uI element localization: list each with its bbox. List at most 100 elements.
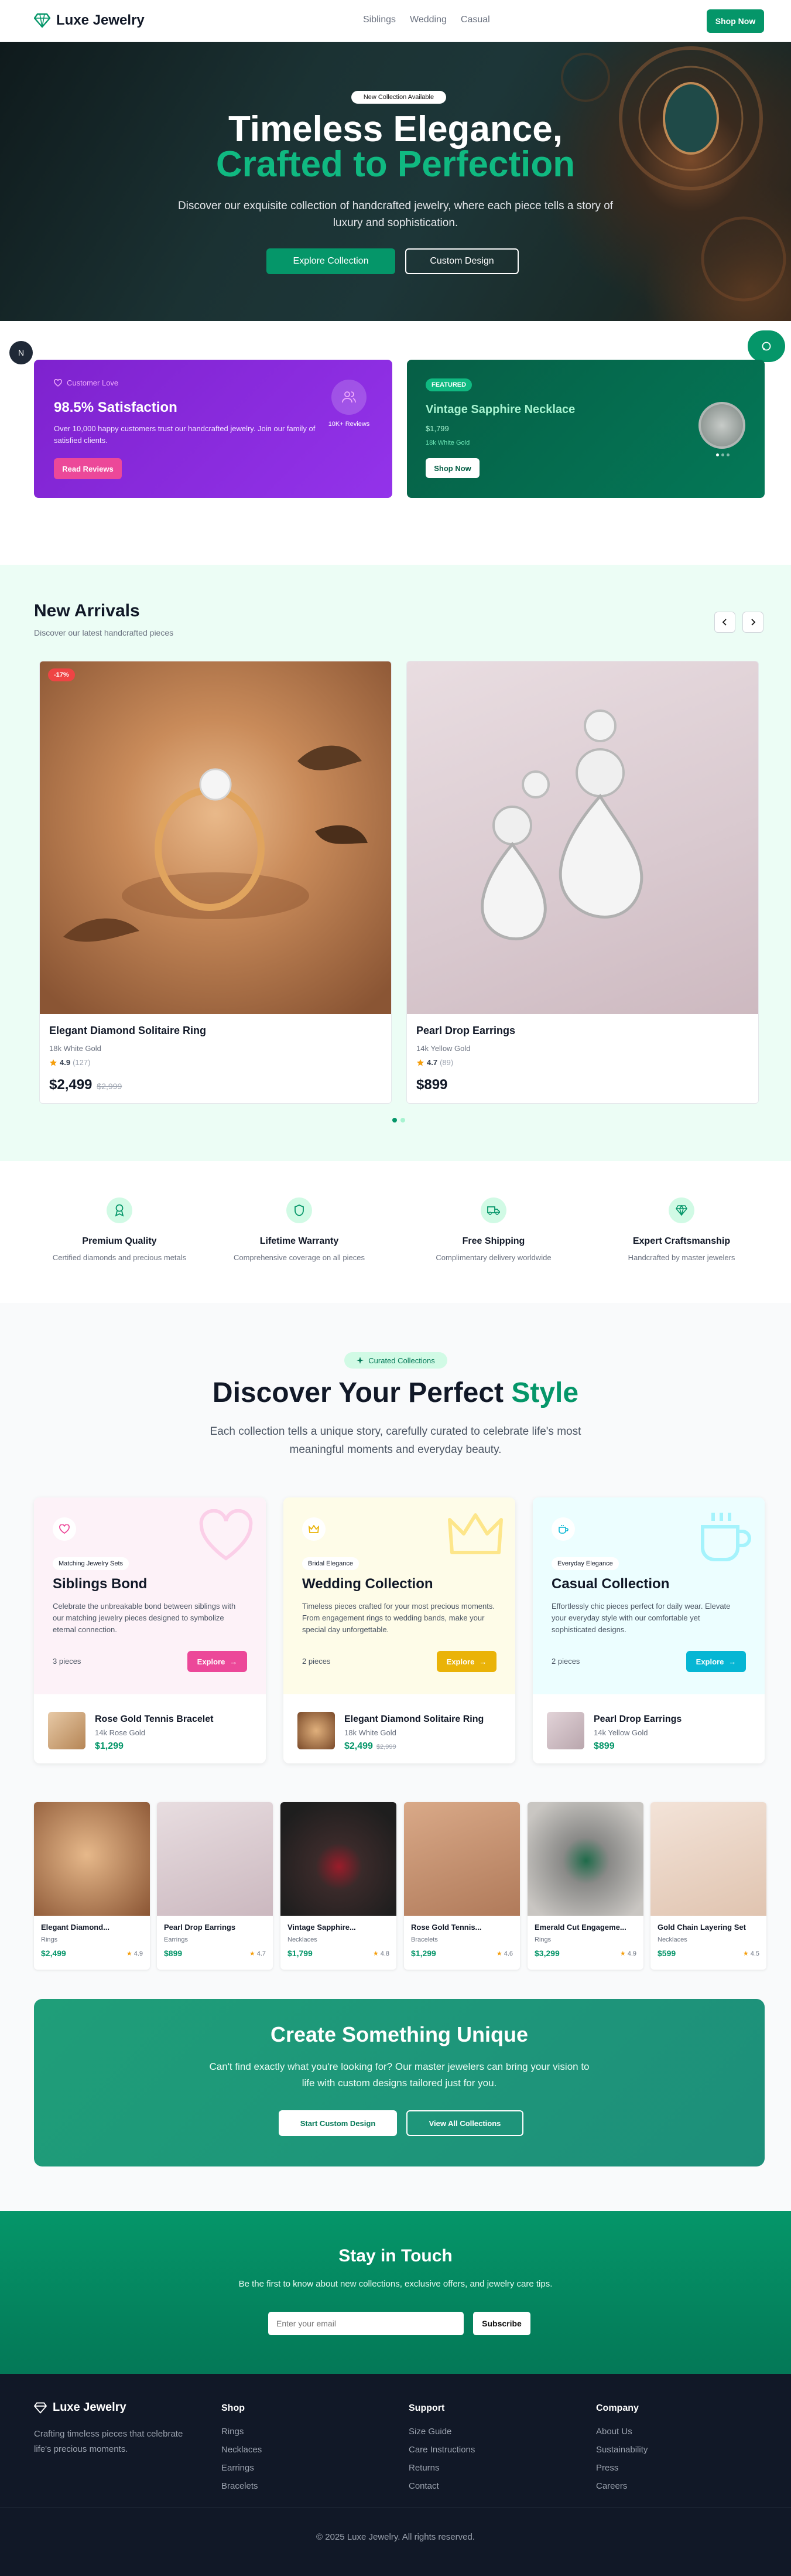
item-material: 14k Rose Gold <box>95 1728 145 1737</box>
footer-link[interactable]: Careers <box>596 2481 648 2491</box>
current-price: $2,499 <box>49 1077 93 1093</box>
item-price: $2,499 $2,999 <box>344 1741 396 1752</box>
nav-link-wedding[interactable]: Wedding <box>410 15 447 25</box>
footer-link[interactable]: Rings <box>221 2427 262 2437</box>
rating-value: 4.9 <box>133 1950 143 1957</box>
feature-title: Expert Craftsmanship <box>632 1236 731 1246</box>
hero-subtitle: Discover our exquisite collection of han… <box>177 200 614 229</box>
footer-link[interactable]: Press <box>596 2463 648 2473</box>
footer-brand[interactable]: Luxe Jewelry <box>34 2401 126 2414</box>
product-price: $2,499 <box>41 1949 66 1958</box>
star-icon: ★ <box>372 1950 379 1957</box>
custom-design-cta: Create Something Unique Can't find exact… <box>34 1999 765 2166</box>
collections-subtitle: Each collection tells a unique story, ca… <box>210 1425 581 1456</box>
footer-link[interactable]: Necklaces <box>221 2445 262 2455</box>
carousel-dot[interactable] <box>400 1118 405 1122</box>
footer-link[interactable]: Bracelets <box>221 2481 262 2491</box>
product-card[interactable]: -17% Elegant Diamond Solitaire Ring 18k … <box>39 661 392 1104</box>
product-card[interactable]: Pearl Drop Earrings 14k Yellow Gold 4.7 … <box>406 661 759 1104</box>
product-price: $3,299 <box>535 1949 560 1958</box>
chat-button[interactable] <box>748 330 785 362</box>
collection-badge: Bridal Elegance <box>302 1557 359 1570</box>
nav-link-casual[interactable]: Casual <box>461 15 490 25</box>
product-grid-card[interactable]: Elegant Diamond... Rings $2,499 ★ 4.9 <box>34 1802 150 1970</box>
hero-banner: New Collection Available Timeless Elegan… <box>0 42 791 321</box>
collection-header: Matching Jewelry Sets Siblings Bond Cele… <box>34 1497 266 1694</box>
feature-premium-quality: Premium Quality Certified diamonds and p… <box>32 1197 207 1262</box>
footer-link[interactable]: Sustainability <box>596 2445 648 2455</box>
ring-thumbnail <box>297 1712 335 1749</box>
product-title[interactable]: Elegant Diamond Solitaire Ring <box>49 1025 206 1037</box>
product-grid-card[interactable]: Gold Chain Layering Set Necklaces $599 ★… <box>650 1802 766 1970</box>
explore-button[interactable]: Explore → <box>187 1651 247 1672</box>
footer-link[interactable]: Care Instructions <box>409 2445 475 2455</box>
collection-title: Wedding Collection <box>302 1576 433 1592</box>
product-rating: ★ 4.8 <box>372 1950 389 1958</box>
explore-button[interactable]: Explore → <box>437 1651 496 1672</box>
item-name: Rose Gold Tennis Bracelet <box>95 1714 214 1724</box>
collection-featured-item[interactable]: Rose Gold Tennis Bracelet 14k Rose Gold … <box>34 1694 266 1763</box>
newsletter-title: Stay in Touch <box>338 2246 453 2265</box>
carousel-dot-active[interactable] <box>392 1118 397 1122</box>
main-nav: Siblings Wedding Casual <box>363 15 490 25</box>
product-title[interactable]: Pearl Drop Earrings <box>416 1025 515 1037</box>
rating-value: 4.7 <box>256 1950 266 1957</box>
product-category: Rings <box>41 1936 58 1943</box>
ring-image <box>40 661 391 1014</box>
custom-design-button[interactable]: Custom Design <box>405 248 519 274</box>
brand-logo[interactable]: Luxe Jewelry <box>34 12 145 29</box>
carousel-next-button[interactable] <box>742 612 763 633</box>
collection-desc: Celebrate the unbreakable bond between s… <box>53 1602 236 1634</box>
product-rating: 4.9 (127) <box>49 1058 90 1067</box>
email-input[interactable] <box>268 2312 464 2335</box>
view-all-collections-button[interactable]: View All Collections <box>406 2110 523 2136</box>
start-custom-design-button[interactable]: Start Custom Design <box>279 2110 397 2136</box>
explore-button[interactable]: Explore → <box>686 1651 746 1672</box>
feature-desc: Handcrafted by master jewelers <box>628 1253 735 1262</box>
read-reviews-button[interactable]: Read Reviews <box>54 458 122 479</box>
featured-shop-button[interactable]: Shop Now <box>426 458 480 478</box>
product-grid-card[interactable]: Emerald Cut Engageme... Rings $3,299 ★ 4.… <box>528 1802 643 1970</box>
product-rating: ★ 4.5 <box>743 1950 759 1958</box>
footer-column-title: Company <box>596 2403 639 2413</box>
product-name: Gold Chain Layering Set <box>658 1923 746 1932</box>
item-old-price: $2,999 <box>376 1744 396 1751</box>
star-icon: ★ <box>619 1950 626 1957</box>
footer-link[interactable]: About Us <box>596 2427 648 2437</box>
coffee-icon <box>552 1517 575 1541</box>
footer-column-title: Support <box>409 2403 445 2413</box>
current-price: $899 <box>416 1077 448 1093</box>
footer-link[interactable]: Returns <box>409 2463 475 2473</box>
bracelet-thumbnail <box>48 1712 85 1749</box>
arrow-right-icon: → <box>728 1657 737 1666</box>
award-icon <box>107 1197 132 1223</box>
featured-product-card: FEATURED Vintage Sapphire Necklace $1,79… <box>407 360 765 498</box>
shop-now-button[interactable]: Shop Now <box>707 9 764 33</box>
item-price-value: $2,499 <box>344 1741 373 1751</box>
explore-collection-button[interactable]: Explore Collection <box>266 248 395 274</box>
carousel-prev-button[interactable] <box>714 612 735 633</box>
collections-title-main: Discover Your Perfect <box>212 1377 504 1408</box>
item-price-value: $1,299 <box>95 1741 124 1751</box>
arrow-right-icon: → <box>230 1657 238 1666</box>
product-grid-card[interactable]: Pearl Drop Earrings Earrings $899 ★ 4.7 <box>157 1802 273 1970</box>
collection-featured-item[interactable]: Elegant Diamond Solitaire Ring 18k White… <box>283 1694 515 1763</box>
collections-title-accent: Style <box>511 1377 579 1408</box>
product-price: $899 <box>416 1077 447 1093</box>
product-grid-card[interactable]: Rose Gold Tennis... Bracelets $1,299 ★ 4.… <box>404 1802 520 1970</box>
featured-material: 18k White Gold <box>426 439 470 446</box>
product-category: Necklaces <box>287 1936 317 1943</box>
feature-desc: Comprehensive coverage on all pieces <box>233 1253 365 1262</box>
curated-badge-text: Curated Collections <box>368 1356 435 1365</box>
collection-featured-item[interactable]: Pearl Drop Earrings 14k Yellow Gold $899 <box>533 1694 765 1763</box>
nav-link-siblings[interactable]: Siblings <box>363 15 396 25</box>
footer-link[interactable]: Size Guide <box>409 2427 475 2437</box>
item-name: Pearl Drop Earrings <box>594 1714 682 1724</box>
user-avatar[interactable]: N <box>9 341 33 364</box>
footer-link[interactable]: Contact <box>409 2481 475 2491</box>
product-grid-card[interactable]: Vintage Sapphire... Necklaces $1,799 ★ 4.… <box>280 1802 396 1970</box>
footer-link[interactable]: Earrings <box>221 2463 262 2473</box>
product-material: 14k Yellow Gold <box>416 1044 471 1053</box>
subscribe-button[interactable]: Subscribe <box>473 2312 530 2335</box>
star-icon: ★ <box>496 1950 502 1957</box>
